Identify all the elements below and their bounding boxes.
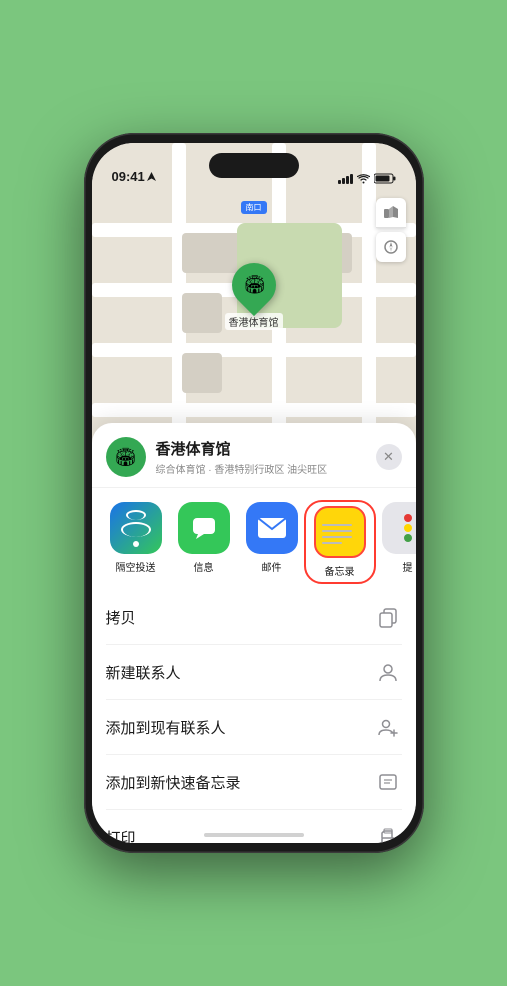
notes-label: 备忘录: [325, 563, 355, 578]
close-button[interactable]: ✕: [376, 444, 402, 470]
phone-screen: 09:41: [92, 143, 416, 843]
airdrop-icon: [110, 502, 162, 554]
message-icon: [190, 514, 218, 542]
time-display: 09:41: [112, 169, 145, 184]
menu-item-copy-label: 拷贝: [106, 607, 136, 628]
actions-row: 隔空投送 信息: [92, 488, 416, 590]
home-indicator: [204, 833, 304, 837]
notes-icon-bg: [314, 506, 366, 558]
action-mail[interactable]: 邮件: [238, 502, 306, 574]
menu-item-new-contact-label: 新建联系人: [106, 662, 181, 683]
map-controls[interactable]: [376, 198, 406, 262]
menu-item-new-contact[interactable]: 新建联系人: [106, 645, 402, 700]
menu-list: 拷贝 新建联系人: [92, 590, 416, 843]
add-contact-icon: [374, 713, 402, 741]
more-icon-bg: [382, 502, 416, 554]
map-type-button[interactable]: [376, 198, 406, 228]
location-button[interactable]: [376, 232, 406, 262]
venue-subtitle: 综合体育馆 · 香港特别行政区 油尖旺区: [156, 461, 366, 476]
new-contact-icon: [374, 658, 402, 686]
menu-item-add-contact[interactable]: 添加到现有联系人: [106, 700, 402, 755]
menu-item-quick-note[interactable]: 添加到新快速备忘录: [106, 755, 402, 810]
status-time: 09:41: [112, 169, 156, 184]
battery-icon: [374, 173, 396, 184]
bottom-sheet: 🏟 香港体育馆 综合体育馆 · 香港特别行政区 油尖旺区 ✕: [92, 423, 416, 843]
quick-note-icon: [374, 768, 402, 796]
menu-item-copy[interactable]: 拷贝: [106, 590, 402, 645]
status-icons: [338, 173, 396, 184]
location-pin: 🏟 香港体育馆: [225, 263, 283, 330]
dynamic-island: [209, 153, 299, 178]
menu-item-print[interactable]: 打印: [106, 810, 402, 843]
action-message[interactable]: 信息: [170, 502, 238, 574]
message-icon-bg: [178, 502, 230, 554]
venue-icon: 🏟: [106, 437, 146, 477]
compass-icon: [384, 240, 398, 254]
more-label: 提: [403, 559, 413, 574]
mail-label: 邮件: [262, 559, 282, 574]
action-more[interactable]: 提: [374, 502, 416, 574]
map-entrance-label: 南口: [241, 201, 267, 214]
mail-icon-bg: [246, 502, 298, 554]
wifi-icon: [357, 174, 370, 184]
action-notes[interactable]: 备忘录: [306, 502, 374, 582]
sheet-header: 🏟 香港体育馆 综合体育馆 · 香港特别行政区 油尖旺区 ✕: [92, 423, 416, 488]
phone-shell: 09:41: [84, 133, 424, 853]
print-icon: [374, 823, 402, 843]
action-airdrop[interactable]: 隔空投送: [102, 502, 170, 574]
location-icon: [147, 172, 156, 181]
venue-name: 香港体育馆: [156, 438, 366, 459]
venue-info: 香港体育馆 综合体育馆 · 香港特别行政区 油尖旺区: [156, 438, 366, 476]
menu-item-quick-note-label: 添加到新快速备忘录: [106, 772, 241, 793]
message-label: 信息: [194, 559, 214, 574]
map-icon: [383, 205, 399, 221]
menu-item-print-label: 打印: [106, 827, 136, 844]
copy-icon: [374, 603, 402, 631]
airdrop-label: 隔空投送: [116, 559, 156, 574]
mail-icon: [257, 517, 287, 539]
signal-bars: [338, 174, 353, 184]
menu-item-add-contact-label: 添加到现有联系人: [106, 717, 226, 738]
